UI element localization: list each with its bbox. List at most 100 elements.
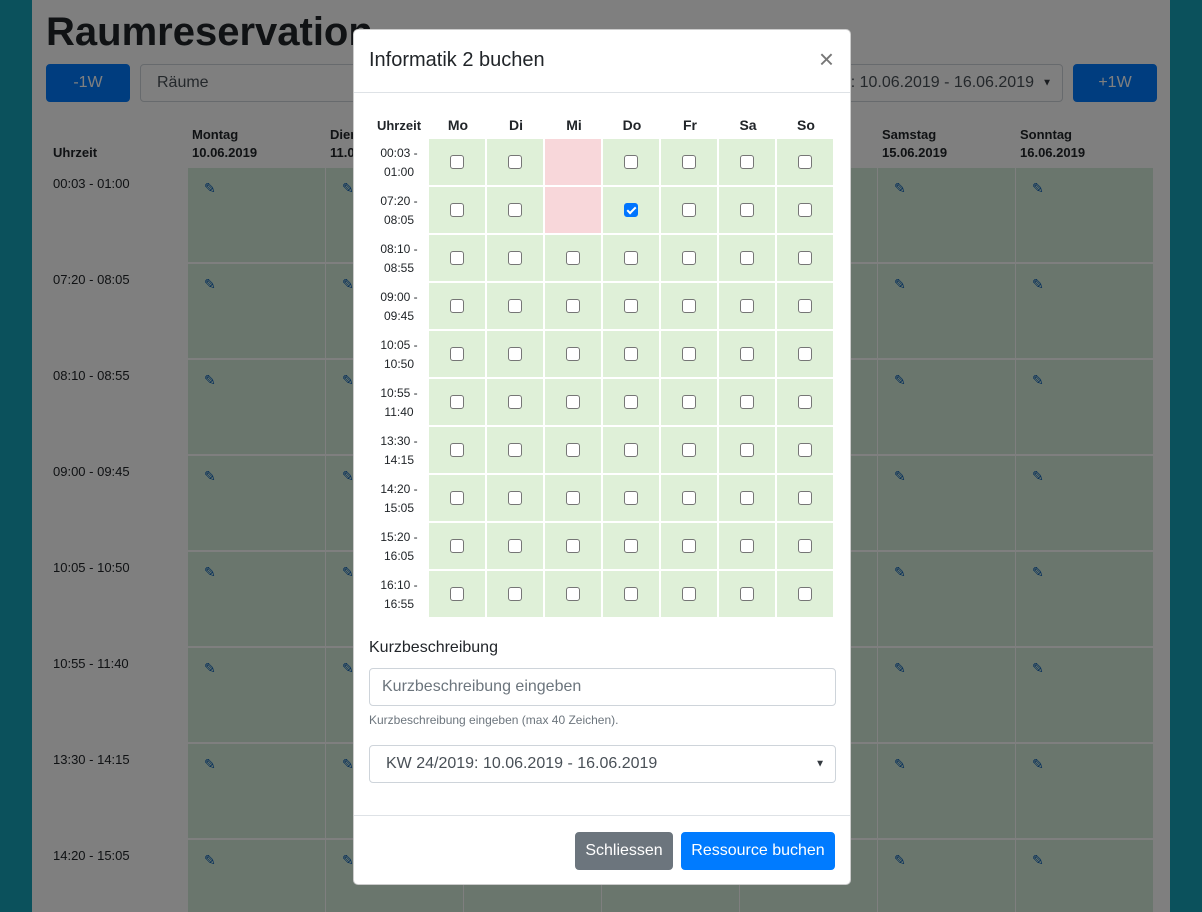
slot-checkbox[interactable] [624, 202, 638, 217]
slot-time: 15:20 - 16:05 [369, 523, 429, 571]
slot-cell [777, 427, 835, 475]
slot-checkbox[interactable] [740, 202, 754, 217]
slot-checkbox[interactable] [508, 586, 522, 601]
slot-checkbox[interactable] [682, 538, 696, 553]
slot-checkbox[interactable] [798, 490, 812, 505]
slot-checkbox[interactable] [508, 154, 522, 169]
slot-checkbox[interactable] [798, 346, 812, 361]
slot-checkbox[interactable] [624, 538, 638, 553]
slot-cell [719, 139, 777, 187]
slot-cell [603, 139, 661, 187]
slot-day-header: Fr [683, 117, 697, 133]
slot-checkbox[interactable] [798, 154, 812, 169]
slot-checkbox[interactable] [450, 490, 464, 505]
slot-checkbox[interactable] [508, 538, 522, 553]
slot-checkbox[interactable] [624, 490, 638, 505]
slot-time-start: 00:03 - [380, 146, 418, 160]
slot-checkbox[interactable] [682, 490, 696, 505]
slot-checkbox[interactable] [450, 586, 464, 601]
slot-checkbox[interactable] [682, 586, 696, 601]
slot-checkbox[interactable] [508, 442, 522, 457]
slot-checkbox[interactable] [740, 394, 754, 409]
slot-row: 00:03 - 01:00 [369, 139, 835, 187]
slot-cell-occupied [545, 139, 603, 187]
slot-checkbox[interactable] [566, 538, 580, 553]
slot-time-start: 09:00 - [380, 290, 418, 304]
chevron-down-icon: ▼ [815, 758, 825, 770]
slot-cell [777, 139, 835, 187]
slot-checkbox[interactable] [624, 154, 638, 169]
slot-checkbox[interactable] [566, 250, 580, 265]
slot-checkbox[interactable] [624, 442, 638, 457]
slot-cell [429, 331, 487, 379]
slot-checkbox[interactable] [566, 490, 580, 505]
slot-cell [777, 283, 835, 331]
slot-cell [429, 139, 487, 187]
slot-checkbox[interactable] [740, 490, 754, 505]
slot-checkbox[interactable] [450, 394, 464, 409]
slot-checkbox[interactable] [450, 202, 464, 217]
slot-checkbox[interactable] [682, 250, 696, 265]
slot-checkbox[interactable] [624, 586, 638, 601]
slot-checkbox[interactable] [566, 442, 580, 457]
slot-checkbox[interactable] [740, 346, 754, 361]
slot-checkbox[interactable] [508, 250, 522, 265]
slot-checkbox[interactable] [740, 154, 754, 169]
slot-cell [487, 379, 545, 427]
slot-cell [777, 235, 835, 283]
slot-checkbox[interactable] [682, 346, 696, 361]
slot-checkbox[interactable] [508, 202, 522, 217]
slot-checkbox[interactable] [508, 490, 522, 505]
slot-checkbox[interactable] [740, 298, 754, 313]
slot-checkbox[interactable] [740, 442, 754, 457]
slot-checkbox[interactable] [682, 202, 696, 217]
slot-checkbox[interactable] [682, 154, 696, 169]
slot-checkbox[interactable] [450, 538, 464, 553]
slot-checkbox[interactable] [798, 298, 812, 313]
slot-checkbox[interactable] [566, 346, 580, 361]
slot-checkbox[interactable] [508, 394, 522, 409]
slot-checkbox[interactable] [566, 394, 580, 409]
slot-checkbox[interactable] [624, 250, 638, 265]
slot-checkbox[interactable] [798, 250, 812, 265]
book-resource-button[interactable]: Ressource buchen [681, 832, 835, 870]
slot-checkbox[interactable] [508, 298, 522, 313]
slot-checkbox[interactable] [798, 586, 812, 601]
slot-checkbox[interactable] [682, 442, 696, 457]
slot-checkbox[interactable] [566, 586, 580, 601]
slot-checkbox[interactable] [508, 346, 522, 361]
modal-week-select[interactable]: KW 24/2019: 10.06.2019 - 16.06.2019 ▼ [369, 745, 836, 783]
slot-checkbox[interactable] [740, 586, 754, 601]
slot-day-header: Mi [566, 117, 582, 133]
slot-checkbox[interactable] [798, 538, 812, 553]
slot-checkbox[interactable] [682, 394, 696, 409]
description-input[interactable] [369, 668, 836, 706]
slot-checkbox[interactable] [798, 394, 812, 409]
slot-checkbox[interactable] [624, 346, 638, 361]
slot-time: 13:30 - 14:15 [369, 427, 429, 475]
slot-checkbox[interactable] [450, 346, 464, 361]
slot-cell [719, 331, 777, 379]
slot-checkbox[interactable] [624, 298, 638, 313]
close-button[interactable]: Schliessen [575, 832, 673, 870]
slot-checkbox[interactable] [450, 250, 464, 265]
slot-checkbox[interactable] [450, 298, 464, 313]
slot-cell-occupied [545, 187, 603, 235]
slot-checkbox[interactable] [798, 202, 812, 217]
slot-time-start: 13:30 - [380, 434, 418, 448]
slot-checkbox[interactable] [566, 298, 580, 313]
close-icon[interactable]: × [819, 46, 834, 72]
slot-checkbox[interactable] [450, 154, 464, 169]
slot-checkbox[interactable] [798, 442, 812, 457]
slot-checkbox[interactable] [450, 442, 464, 457]
slot-checkbox[interactable] [740, 250, 754, 265]
slot-checkbox[interactable] [682, 298, 696, 313]
slot-row: 16:10 - 16:55 [369, 571, 835, 619]
slot-cell [719, 187, 777, 235]
slot-day-header: Di [509, 117, 523, 133]
slot-time-end: 14:15 [383, 453, 415, 467]
slot-checkbox[interactable] [740, 538, 754, 553]
slot-time-start: 07:20 - [380, 194, 418, 208]
slot-time: 00:03 - 01:00 [369, 139, 429, 187]
slot-checkbox[interactable] [624, 394, 638, 409]
